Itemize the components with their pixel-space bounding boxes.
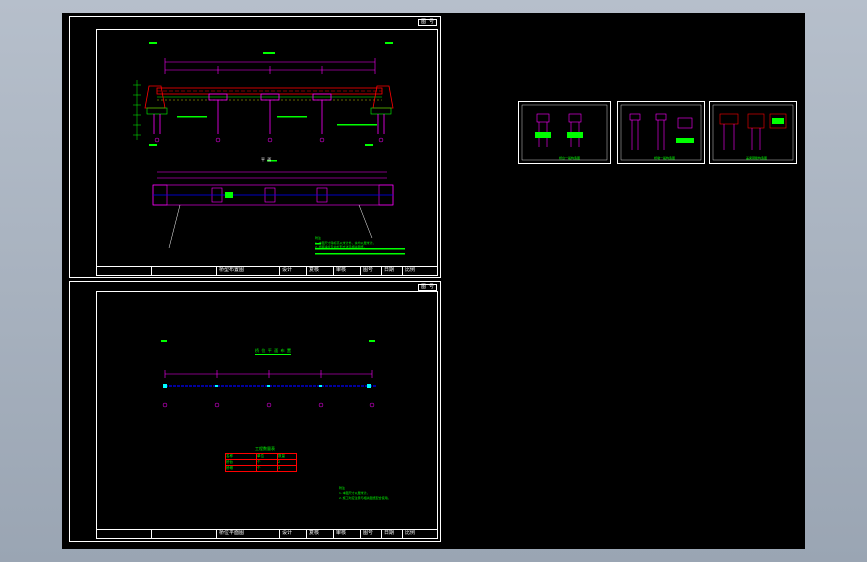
model-space-canvas[interactable]: 图 号 平 面 附注 1.本图尺寸除标高以米计外，余均以厘米计。 2.桥面净宽及… (62, 13, 805, 549)
title-block-cell: 图号 (360, 530, 381, 538)
table-cell: 单位 (256, 454, 277, 459)
plan-view-title: 平 面 (261, 157, 272, 162)
table-row: 桥墩 个 3 (226, 466, 296, 471)
elevation-view (133, 42, 405, 255)
table-cell: 桥墩 (226, 466, 233, 470)
thumbnail-label: 桥台一般构造图 (559, 156, 581, 160)
title-block-cell: 比例 (402, 530, 437, 538)
quantity-table-title: 工程数量表 (255, 446, 275, 451)
note-line: 2.施工时应注意与相关图纸配合使用。 (339, 496, 391, 500)
table-cell: 名称 (226, 454, 233, 458)
thumbnail-sheet-capbeam[interactable]: 盖梁钢筋构造图 (709, 101, 797, 164)
table-cell: 桥台 (226, 460, 233, 464)
sheet-tag: 图 号 (417, 284, 437, 291)
title-block-cell: 日期 (381, 530, 402, 538)
sheet-tag: 图 号 (417, 19, 437, 26)
title-block-cell: 图号 (360, 267, 381, 275)
thumbnail-label: 桥墩一般构造图 (654, 156, 676, 160)
title-block: 桥型布置图 设计 复核 审核 图号 日期 比例 (97, 266, 437, 275)
drawing-sheet-bottom[interactable]: 图 号 桥 位 平 面 布 置 工程数量表 名称 单位 数量 桥台 个 2 桥墩… (69, 281, 441, 542)
capbeam-detail-drawing (712, 104, 794, 161)
sheet-inner-frame: 图 号 平 面 附注 1.本图尺寸除标高以米计外，余均以厘米计。 2.桥面净宽及… (96, 19, 438, 276)
title-block-cell: 设计 (279, 530, 306, 538)
title-block-name: 桥位平面图 (216, 530, 279, 538)
pier-detail-drawing (620, 104, 702, 161)
quantity-table: 名称 单位 数量 桥台 个 2 桥墩 个 3 (225, 453, 297, 472)
title-block-cell: 比例 (402, 267, 437, 275)
drawing-sheet-top[interactable]: 图 号 平 面 附注 1.本图尺寸除标高以米计外，余均以厘米计。 2.桥面净宽及… (69, 16, 441, 278)
title-block-cell: 复核 (306, 530, 333, 538)
title-block-name: 桥型布置图 (216, 267, 279, 275)
thumbnail-sheet-abutment[interactable]: 桥台一般构造图 (518, 101, 611, 164)
notes-block: 附注 1.本图尺寸以厘米计。 2.施工时应注意与相关图纸配合使用。 (339, 486, 391, 501)
table-cell: 3 (277, 466, 296, 471)
title-block-cell: 审核 (333, 267, 360, 275)
table-cell: 数量 (277, 454, 296, 459)
title-block: 桥位平面图 设计 复核 审核 图号 日期 比例 (97, 529, 437, 538)
title-block-cell: 设计 (279, 267, 306, 275)
plan-layout-view (161, 340, 377, 408)
table-cell: 个 (256, 460, 277, 465)
thumbnail-sheet-pier[interactable]: 桥墩一般构造图 (617, 101, 705, 164)
table-cell: 个 (256, 466, 277, 471)
title-block-cell: 审核 (333, 530, 360, 538)
table-cell: 2 (277, 460, 296, 465)
title-block-cell: 日期 (381, 267, 402, 275)
abutment-detail-drawing (521, 104, 608, 161)
notes-block: 附注 1.本图尺寸除标高以米计外，余均以厘米计。 2.桥面净宽及护栏形式详见相关… (315, 236, 376, 250)
sheet-inner-frame: 图 号 桥 位 平 面 布 置 工程数量表 名称 单位 数量 桥台 个 2 桥墩… (96, 284, 438, 539)
note-line: 2.桥面净宽及护栏形式详见相关图纸。 (315, 245, 367, 249)
thumbnail-label: 盖梁钢筋构造图 (746, 156, 768, 160)
title-block-cell: 复核 (306, 267, 333, 275)
